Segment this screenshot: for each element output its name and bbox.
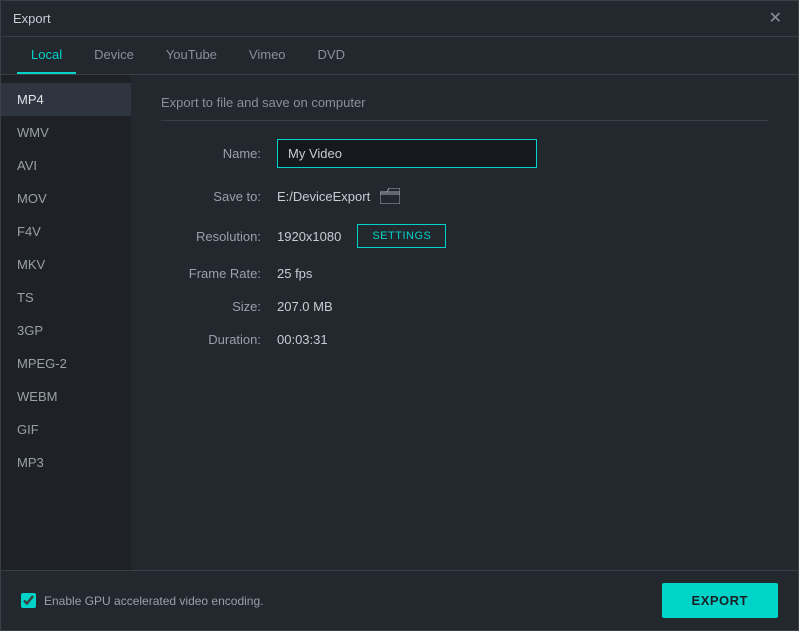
main-content: MP4 WMV AVI MOV F4V MKV TS 3GP MPEG-2 WE… [1, 75, 798, 570]
gpu-label: Enable GPU accelerated video encoding. [44, 594, 263, 608]
panel-title: Export to file and save on computer [161, 95, 768, 121]
frame-rate-row: Frame Rate: 25 fps [161, 266, 768, 281]
export-window: Export ✕ Local Device YouTube Vimeo DVD … [0, 0, 799, 631]
tab-youtube[interactable]: YouTube [152, 36, 231, 74]
name-input[interactable] [277, 139, 537, 168]
save-to-value: E:/DeviceExport [277, 189, 370, 204]
sidebar-item-wmv[interactable]: WMV [1, 116, 131, 149]
resolution-value: 1920x1080 [277, 229, 341, 244]
resolution-label: Resolution: [161, 229, 261, 244]
duration-value: 00:03:31 [277, 332, 328, 347]
export-button[interactable]: EXPORT [662, 583, 778, 618]
settings-button[interactable]: SETTINGS [357, 224, 446, 248]
sidebar-item-mp4[interactable]: MP4 [1, 83, 131, 116]
sidebar-item-3gp[interactable]: 3GP [1, 314, 131, 347]
size-label: Size: [161, 299, 261, 314]
browse-folder-button[interactable] [378, 186, 402, 206]
size-value: 207.0 MB [277, 299, 333, 314]
resolution-row: Resolution: 1920x1080 SETTINGS [161, 224, 768, 248]
sidebar-item-mov[interactable]: MOV [1, 182, 131, 215]
tab-bar: Local Device YouTube Vimeo DVD [1, 37, 798, 75]
sidebar-item-f4v[interactable]: F4V [1, 215, 131, 248]
frame-rate-value: 25 fps [277, 266, 312, 281]
export-panel: Export to file and save on computer Name… [131, 75, 798, 570]
name-label: Name: [161, 146, 261, 161]
sidebar-item-mpeg2[interactable]: MPEG-2 [1, 347, 131, 380]
tab-device[interactable]: Device [80, 36, 148, 74]
footer: Enable GPU accelerated video encoding. E… [1, 570, 798, 630]
sidebar-item-mkv[interactable]: MKV [1, 248, 131, 281]
sidebar-item-mp3[interactable]: MP3 [1, 446, 131, 479]
duration-row: Duration: 00:03:31 [161, 332, 768, 347]
tab-local[interactable]: Local [17, 36, 76, 74]
title-bar: Export ✕ [1, 1, 798, 37]
save-to-row: Save to: E:/DeviceExport [161, 186, 768, 206]
close-button[interactable]: ✕ [765, 9, 786, 29]
duration-label: Duration: [161, 332, 261, 347]
gpu-checkbox[interactable] [21, 593, 36, 608]
gpu-row: Enable GPU accelerated video encoding. [21, 593, 263, 608]
size-row: Size: 207.0 MB [161, 299, 768, 314]
sidebar: MP4 WMV AVI MOV F4V MKV TS 3GP MPEG-2 WE… [1, 75, 131, 570]
frame-rate-label: Frame Rate: [161, 266, 261, 281]
tab-vimeo[interactable]: Vimeo [235, 36, 300, 74]
sidebar-item-gif[interactable]: GIF [1, 413, 131, 446]
save-to-label: Save to: [161, 189, 261, 204]
sidebar-item-webm[interactable]: WEBM [1, 380, 131, 413]
tab-dvd[interactable]: DVD [304, 36, 359, 74]
window-title: Export [13, 11, 51, 26]
sidebar-item-avi[interactable]: AVI [1, 149, 131, 182]
sidebar-item-ts[interactable]: TS [1, 281, 131, 314]
save-to-content: E:/DeviceExport [277, 186, 402, 206]
name-row: Name: [161, 139, 768, 168]
